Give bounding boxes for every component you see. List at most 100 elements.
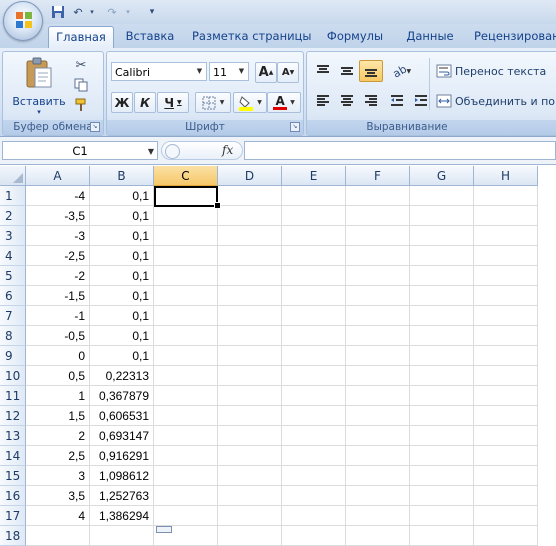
- cell-f16[interactable]: [346, 486, 410, 506]
- cell-b18[interactable]: [90, 526, 154, 546]
- clipboard-dialog-launcher-icon[interactable]: ↘: [90, 122, 100, 132]
- tab-home[interactable]: Главная: [48, 26, 114, 49]
- cell-c7[interactable]: [154, 306, 218, 326]
- cell-g5[interactable]: [410, 266, 474, 286]
- cell-c3[interactable]: [154, 226, 218, 246]
- row-header[interactable]: 18: [0, 526, 26, 546]
- cell-e6[interactable]: [282, 286, 346, 306]
- cell-h12[interactable]: [474, 406, 538, 426]
- cell-e16[interactable]: [282, 486, 346, 506]
- merge-center-button[interactable]: Объединить и пом: [435, 90, 556, 112]
- save-icon[interactable]: [50, 4, 66, 20]
- wrap-text-button[interactable]: Перенос текста: [435, 60, 556, 82]
- cell-h1[interactable]: [474, 186, 538, 206]
- cell-c2[interactable]: [154, 206, 218, 226]
- cell-d15[interactable]: [218, 466, 282, 486]
- cell-f8[interactable]: [346, 326, 410, 346]
- tab-data[interactable]: Данные: [402, 26, 458, 47]
- cell-d17[interactable]: [218, 506, 282, 526]
- cell-g10[interactable]: [410, 366, 474, 386]
- cell-c5[interactable]: [154, 266, 218, 286]
- italic-button[interactable]: К: [134, 92, 156, 113]
- paste-button[interactable]: Вставить ▾: [7, 54, 71, 118]
- cell-e15[interactable]: [282, 466, 346, 486]
- active-cell-c1[interactable]: [154, 186, 218, 207]
- cell-b15[interactable]: 1,098612: [90, 466, 154, 486]
- cell-b3[interactable]: 0,1: [90, 226, 154, 246]
- cell-g15[interactable]: [410, 466, 474, 486]
- cell-f5[interactable]: [346, 266, 410, 286]
- tab-formulas[interactable]: Формулы: [322, 26, 388, 47]
- cell-h5[interactable]: [474, 266, 538, 286]
- redo-icon[interactable]: ↷: [104, 4, 120, 20]
- orientation-button[interactable]: ab ▼: [387, 60, 417, 82]
- cell-e3[interactable]: [282, 226, 346, 246]
- cell-h9[interactable]: [474, 346, 538, 366]
- cell-a16[interactable]: 3,5: [26, 486, 90, 506]
- cell-c11[interactable]: [154, 386, 218, 406]
- cell-c13[interactable]: [154, 426, 218, 446]
- cell-h8[interactable]: [474, 326, 538, 346]
- row-header[interactable]: 2: [0, 206, 26, 226]
- cell-a13[interactable]: 2: [26, 426, 90, 446]
- cell-b12[interactable]: 0,606531: [90, 406, 154, 426]
- row-header[interactable]: 11: [0, 386, 26, 406]
- cell-a10[interactable]: 0,5: [26, 366, 90, 386]
- cell-d3[interactable]: [218, 226, 282, 246]
- cell-b7[interactable]: 0,1: [90, 306, 154, 326]
- cell-d5[interactable]: [218, 266, 282, 286]
- cell-d1[interactable]: [218, 186, 282, 206]
- cell-e17[interactable]: [282, 506, 346, 526]
- cell-f2[interactable]: [346, 206, 410, 226]
- row-header[interactable]: 14: [0, 446, 26, 466]
- cell-f4[interactable]: [346, 246, 410, 266]
- select-all-button[interactable]: [0, 166, 26, 186]
- cell-g2[interactable]: [410, 206, 474, 226]
- cell-d6[interactable]: [218, 286, 282, 306]
- cell-g9[interactable]: [410, 346, 474, 366]
- increase-indent-button[interactable]: [409, 90, 433, 112]
- align-middle-button[interactable]: [335, 60, 359, 82]
- cell-f1[interactable]: [346, 186, 410, 206]
- cell-g16[interactable]: [410, 486, 474, 506]
- cell-e2[interactable]: [282, 206, 346, 226]
- align-left-button[interactable]: [311, 90, 335, 112]
- tab-review[interactable]: Рецензирование: [474, 26, 556, 47]
- cell-d16[interactable]: [218, 486, 282, 506]
- customize-toolbar-icon[interactable]: ▾: [144, 4, 160, 20]
- align-center-button[interactable]: [335, 90, 359, 112]
- cell-h11[interactable]: [474, 386, 538, 406]
- row-header[interactable]: 5: [0, 266, 26, 286]
- cell-c12[interactable]: [154, 406, 218, 426]
- cell-e1[interactable]: [282, 186, 346, 206]
- name-box[interactable]: C1 ▼: [2, 141, 158, 160]
- cell-d12[interactable]: [218, 406, 282, 426]
- format-painter-button[interactable]: [71, 95, 91, 115]
- cell-a7[interactable]: -1: [26, 306, 90, 326]
- align-bottom-button[interactable]: [359, 60, 383, 82]
- cell-a4[interactable]: -2,5: [26, 246, 90, 266]
- column-header-d[interactable]: D: [218, 166, 282, 186]
- cell-e12[interactable]: [282, 406, 346, 426]
- cell-f13[interactable]: [346, 426, 410, 446]
- cell-b9[interactable]: 0,1: [90, 346, 154, 366]
- cell-g11[interactable]: [410, 386, 474, 406]
- cell-g12[interactable]: [410, 406, 474, 426]
- column-header-h[interactable]: H: [474, 166, 538, 186]
- column-header-a[interactable]: A: [26, 166, 90, 186]
- cell-h18[interactable]: [474, 526, 538, 546]
- cell-g3[interactable]: [410, 226, 474, 246]
- cell-a12[interactable]: 1,5: [26, 406, 90, 426]
- cell-a3[interactable]: -3: [26, 226, 90, 246]
- cell-b5[interactable]: 0,1: [90, 266, 154, 286]
- cell-c6[interactable]: [154, 286, 218, 306]
- cell-f3[interactable]: [346, 226, 410, 246]
- cell-d18[interactable]: [218, 526, 282, 546]
- column-header-f[interactable]: F: [346, 166, 410, 186]
- cell-b11[interactable]: 0,367879: [90, 386, 154, 406]
- cell-e14[interactable]: [282, 446, 346, 466]
- redo-dropdown-icon[interactable]: ▾: [120, 4, 136, 20]
- cell-a14[interactable]: 2,5: [26, 446, 90, 466]
- row-header[interactable]: 8: [0, 326, 26, 346]
- cell-h3[interactable]: [474, 226, 538, 246]
